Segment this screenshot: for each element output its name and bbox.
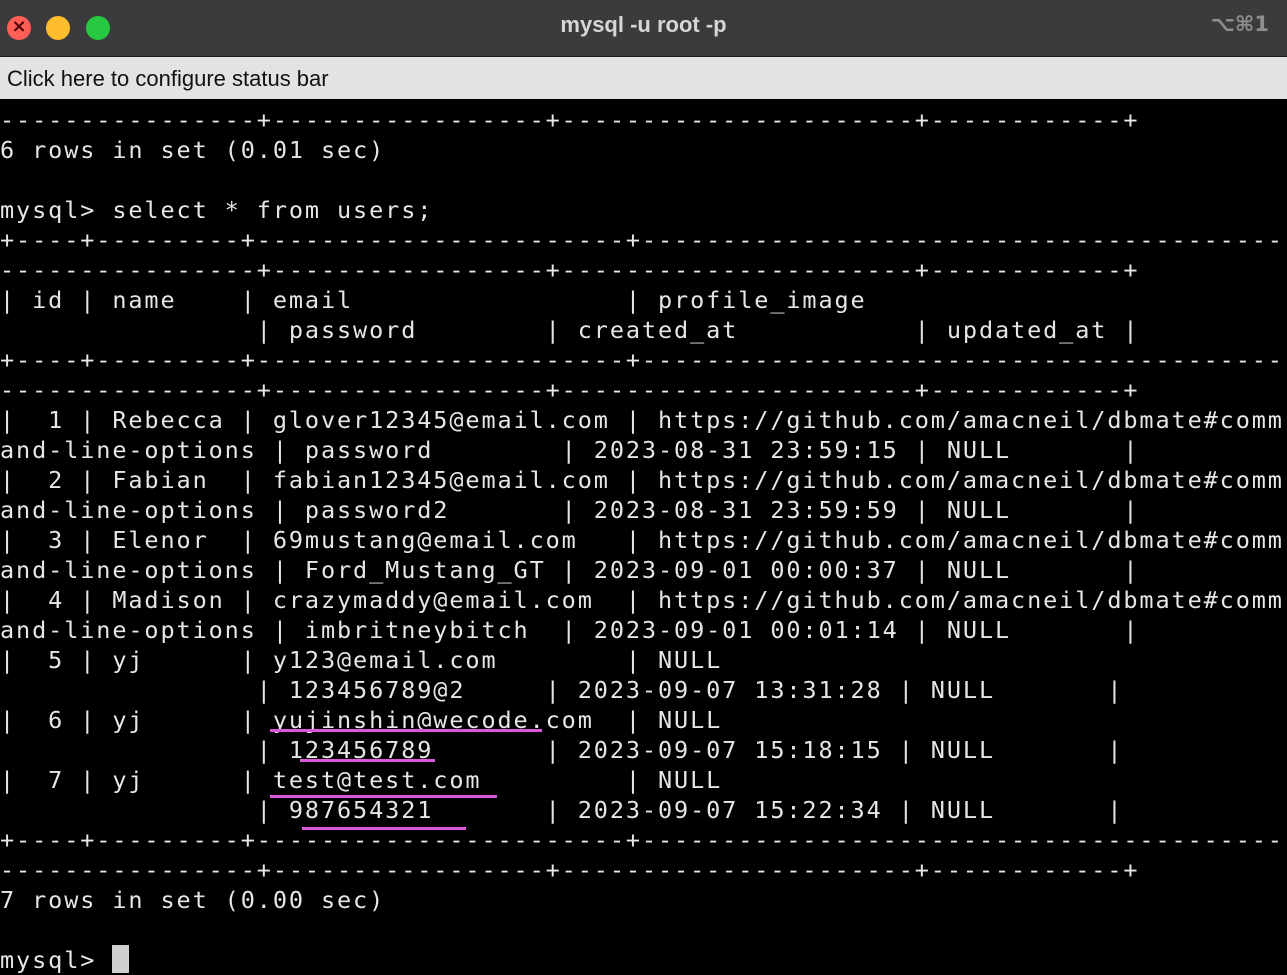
- terminal-line: 6 rows in set (0.01 sec): [0, 136, 386, 164]
- terminal-line: ----------------+-----------------+-----…: [0, 256, 1140, 284]
- terminal-line: 7 rows in set (0.00 sec): [0, 886, 386, 914]
- terminal-line: | 987654321 | 2023-09-07 15:22:34 | NULL…: [0, 796, 1124, 824]
- terminal-line: | 4 | Madison | crazymaddy@email.com | h…: [0, 586, 1284, 614]
- terminal-line: | 3 | Elenor | 69mustang@email.com | htt…: [0, 526, 1284, 554]
- terminal-line: and-line-options | imbritneybitch | 2023…: [0, 616, 1140, 644]
- terminal-window: × mysql -u root -p ⌥⌘1 Click here to con…: [0, 0, 1287, 975]
- prompt-line: mysql>: [0, 946, 113, 974]
- terminal-line: | 2 | Fabian | fabian12345@email.com | h…: [0, 466, 1284, 494]
- terminal-line: +----+---------+-----------------------+…: [0, 226, 1287, 254]
- highlight-underline-password: [302, 827, 466, 830]
- highlight-underline-password: [300, 759, 435, 762]
- terminal-line: and-line-options | password2 | 2023-08-3…: [0, 496, 1140, 524]
- terminal-line: ----------------+-----------------+-----…: [0, 376, 1140, 404]
- terminal-line: ----------------+-----------------+-----…: [0, 106, 1140, 134]
- terminal-line: | 123456789@2 | 2023-09-07 13:31:28 | NU…: [0, 676, 1124, 704]
- terminal-line: | id | name | email | profile_image: [0, 286, 867, 314]
- terminal-line: ----------------+-----------------+-----…: [0, 856, 1140, 884]
- status-bar-text[interactable]: Click here to configure status bar: [7, 66, 329, 92]
- window-title: mysql -u root -p: [560, 12, 727, 37]
- terminal-line: and-line-options | Ford_Mustang_GT | 202…: [0, 556, 1140, 584]
- text-cursor: [112, 945, 129, 973]
- terminal-line: | password | created_at | updated_at |: [0, 316, 1140, 344]
- highlight-underline-email: [270, 795, 497, 798]
- highlight-underline-email: [270, 729, 542, 732]
- terminal-line: | 5 | yj | y123@email.com | NULL: [0, 646, 723, 674]
- terminal-line: | 7 | yj | test@test.com | NULL: [0, 766, 723, 794]
- terminal-line: | 123456789 | 2023-09-07 15:18:15 | NULL…: [0, 736, 1124, 764]
- terminal-line: mysql> select * from users;: [0, 196, 434, 224]
- status-bar[interactable]: Click here to configure status bar: [0, 57, 1287, 99]
- terminal-line: and-line-options | password | 2023-08-31…: [0, 436, 1140, 464]
- terminal-line: +----+---------+-----------------------+…: [0, 826, 1287, 854]
- terminal-line: | 1 | Rebecca | glover12345@email.com | …: [0, 406, 1284, 434]
- window-shortcut: ⌥⌘1: [1210, 12, 1269, 36]
- terminal-line: +----+---------+-----------------------+…: [0, 346, 1287, 374]
- title-bar[interactable]: × mysql -u root -p ⌥⌘1: [0, 0, 1287, 57]
- terminal-output[interactable]: ----------------+-----------------+-----…: [0, 105, 1287, 975]
